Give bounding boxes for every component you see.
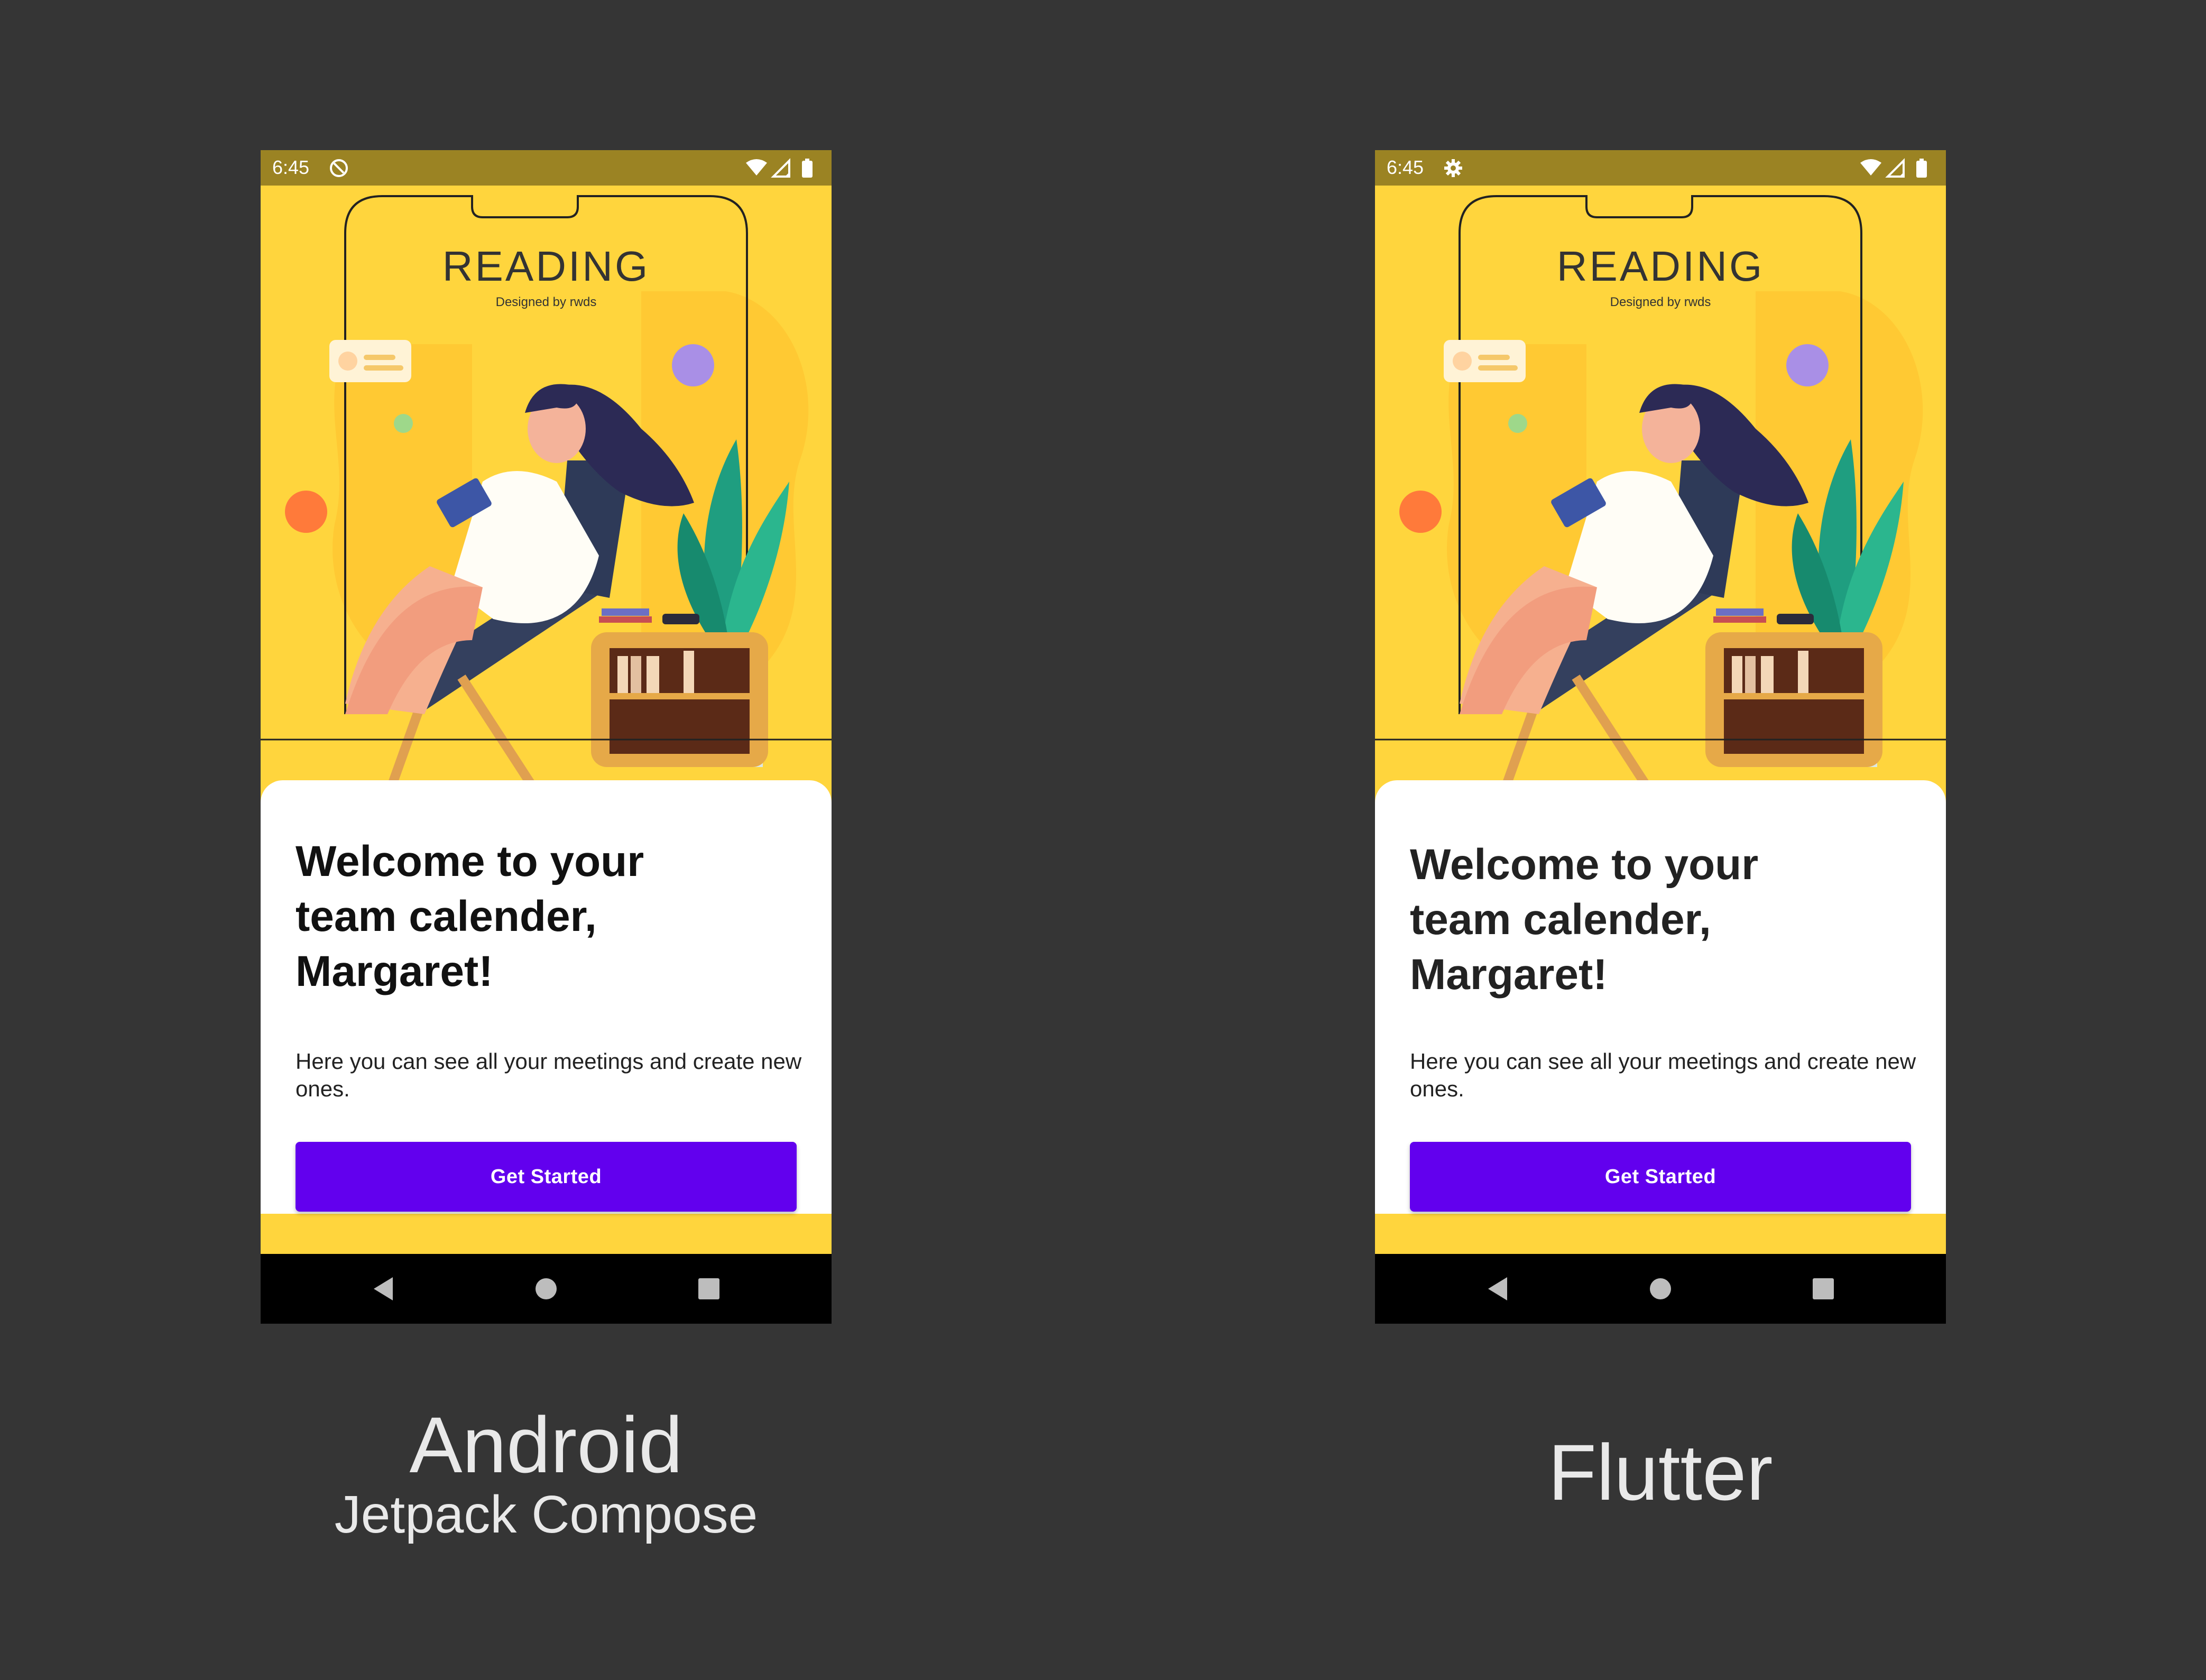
- status-time: 6:45: [1387, 156, 1424, 178]
- illustration-title: READING: [442, 243, 650, 290]
- recents-icon[interactable]: [1804, 1270, 1842, 1308]
- back-icon[interactable]: [1479, 1270, 1517, 1308]
- status-bar: 6:45: [1375, 150, 1946, 186]
- system-nav-bar: [1375, 1254, 1946, 1324]
- battery-icon: [802, 161, 813, 178]
- status-icons: [1860, 158, 1927, 178]
- illustration-credit: Designed by rwds: [1610, 295, 1711, 309]
- get-started-button[interactable]: Get Started: [296, 1142, 797, 1212]
- recents-icon[interactable]: [690, 1270, 728, 1308]
- wifi-icon: [1860, 159, 1881, 176]
- signal-icon: [1885, 158, 1905, 178]
- status-time: 6:45: [272, 156, 310, 178]
- illustration-credit: Designed by rwds: [496, 295, 597, 309]
- android-caption-subtitle: Jetpack Compose: [334, 1485, 758, 1544]
- get-started-button[interactable]: Get Started: [1410, 1142, 1911, 1212]
- welcome-body-text: Here you can see all your meetings and c…: [296, 1049, 802, 1101]
- battery-icon: [1916, 161, 1927, 178]
- do-not-disturb-icon: [330, 159, 348, 177]
- status-icons: [746, 158, 813, 178]
- reading-illustration: READING Designed by rwds: [1375, 186, 1946, 793]
- back-icon[interactable]: [364, 1270, 402, 1308]
- welcome-card: Welcome to your team calender, Margaret!…: [261, 780, 832, 1214]
- gear-icon: [1444, 159, 1462, 177]
- signal-icon: [771, 158, 790, 178]
- flutter-phone-screen: 6:45 READING Designed by rwds Welcome to…: [1375, 150, 1946, 1324]
- flutter-caption-title: Flutter: [1548, 1428, 1773, 1517]
- welcome-card: Welcome to your team calender, Margaret!…: [1375, 780, 1946, 1214]
- welcome-headline: Welcome to your team calender, Margaret!: [1410, 841, 1759, 999]
- status-bar: 6:45: [261, 150, 832, 186]
- reading-illustration: READING Designed by rwds: [261, 186, 832, 793]
- welcome-body-text: Here you can see all your meetings and c…: [1410, 1049, 1916, 1101]
- home-icon[interactable]: [1641, 1270, 1679, 1308]
- wifi-icon: [746, 159, 767, 176]
- welcome-headline: Welcome to your team calender, Margaret!: [296, 837, 644, 995]
- android-caption-title: Android: [409, 1400, 683, 1489]
- illustration-title: READING: [1557, 243, 1765, 290]
- android-phone-screen: 6:45 READING Designed by rwds Welcome to…: [261, 150, 832, 1324]
- system-nav-bar: [261, 1254, 832, 1324]
- home-icon[interactable]: [527, 1270, 565, 1308]
